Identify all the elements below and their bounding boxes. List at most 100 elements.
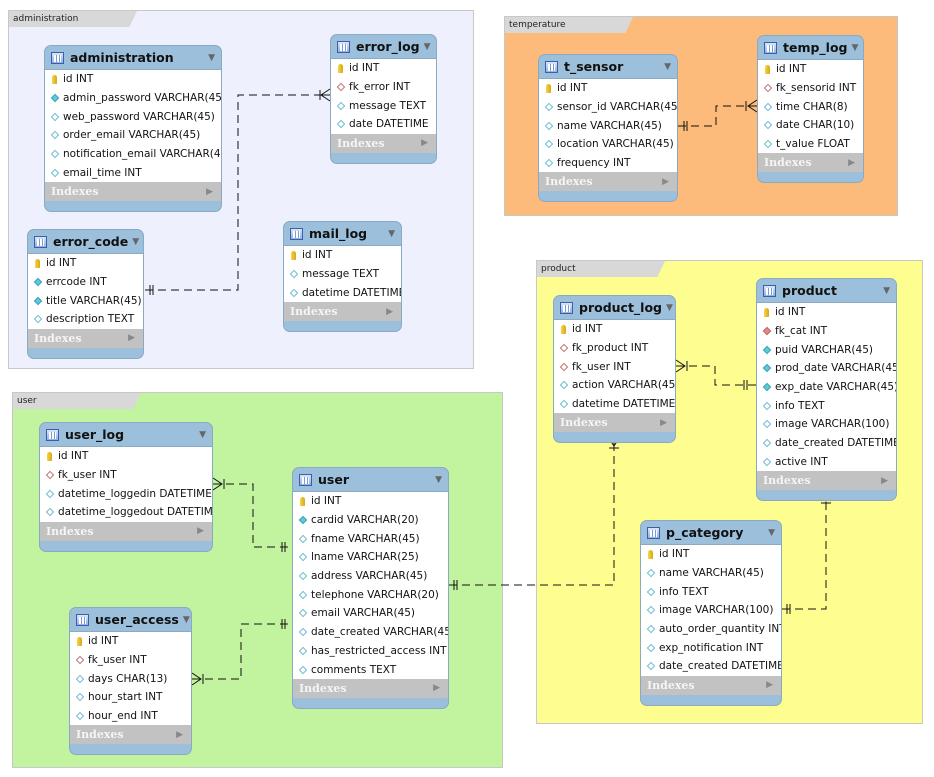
table-header[interactable]: administration ▼: [45, 46, 221, 69]
table-header[interactable]: p_category ▼: [641, 521, 781, 544]
table-header[interactable]: temp_log ▼: [758, 36, 863, 59]
table-user_log[interactable]: user_log ▼ id INT fk_user INT datetime_logge…: [39, 422, 213, 552]
column-row[interactable]: prod_date VARCHAR(45): [757, 359, 896, 378]
column-row[interactable]: puid VARCHAR(45): [757, 340, 896, 359]
column-row[interactable]: id INT: [539, 79, 677, 98]
column-row[interactable]: name VARCHAR(45): [539, 116, 677, 135]
column-row[interactable]: cardid VARCHAR(20): [293, 511, 448, 530]
column-row[interactable]: fk_product INT: [554, 339, 675, 358]
column-row[interactable]: id INT: [70, 632, 191, 651]
column-row[interactable]: id INT: [40, 447, 212, 466]
table-header[interactable]: user_access ▼: [70, 608, 191, 631]
table-error_code[interactable]: error_code ▼ id INT errcode INT title VARCHA…: [27, 229, 144, 359]
column-row[interactable]: date_created DATETIME: [641, 657, 781, 676]
column-row[interactable]: datetime_loggedin DATETIME: [40, 484, 212, 503]
indexes-section[interactable]: Indexes ▶: [284, 302, 401, 322]
column-row[interactable]: location VARCHAR(45): [539, 135, 677, 154]
table-header[interactable]: mail_log ▼: [284, 222, 401, 245]
table-header[interactable]: user_log ▼: [40, 423, 212, 446]
column-row[interactable]: hour_start INT: [70, 688, 191, 707]
column-row[interactable]: lname VARCHAR(25): [293, 548, 448, 567]
table-header[interactable]: product_log ▼: [554, 296, 675, 319]
column-row[interactable]: fk_user INT: [40, 466, 212, 485]
column-row[interactable]: message TEXT: [331, 96, 436, 115]
indexes-section[interactable]: Indexes ▶: [293, 678, 448, 698]
column-row[interactable]: order_email VARCHAR(45): [45, 126, 221, 145]
column-row[interactable]: fk_error INT: [331, 78, 436, 97]
expand-arrow-icon[interactable]: ▶: [386, 307, 393, 317]
column-row[interactable]: t_value FLOAT: [758, 135, 863, 154]
table-administration[interactable]: administration ▼ id INT admin_password VARC…: [44, 45, 222, 213]
table-temp_log[interactable]: temp_log ▼ id INT fk_sensorid INT time CHAR(…: [757, 35, 864, 184]
column-row[interactable]: id INT: [28, 254, 143, 273]
column-row[interactable]: fk_user INT: [70, 651, 191, 670]
column-row[interactable]: date CHAR(10): [758, 116, 863, 135]
column-row[interactable]: days CHAR(13): [70, 669, 191, 688]
column-row[interactable]: image VARCHAR(100): [641, 601, 781, 620]
column-row[interactable]: image VARCHAR(100): [757, 415, 896, 434]
table-p_category[interactable]: p_category ▼ id INT name VARCHAR(45) info TE…: [640, 520, 782, 706]
expand-arrow-icon[interactable]: ▶: [128, 333, 135, 343]
column-row[interactable]: fk_user INT: [554, 357, 675, 376]
column-row[interactable]: id INT: [641, 545, 781, 564]
expand-arrow-icon[interactable]: ▶: [660, 418, 667, 428]
column-row[interactable]: name VARCHAR(45): [641, 564, 781, 583]
column-row[interactable]: errcode INT: [28, 273, 143, 292]
collapse-arrow-icon[interactable]: ▼: [852, 43, 859, 53]
collapse-arrow-icon[interactable]: ▼: [666, 303, 673, 313]
expand-arrow-icon[interactable]: ▶: [766, 680, 773, 690]
column-row[interactable]: address VARCHAR(45): [293, 567, 448, 586]
table-mail_log[interactable]: mail_log ▼ id INT message TEXT datetime DATE…: [283, 221, 402, 333]
expand-arrow-icon[interactable]: ▶: [433, 683, 440, 693]
column-row[interactable]: datetime DATETIME: [554, 395, 675, 414]
table-header[interactable]: user ▼: [293, 468, 448, 491]
indexes-section[interactable]: Indexes ▶: [641, 675, 781, 695]
table-product_log[interactable]: product_log ▼ id INT fk_product INT fk_user …: [553, 295, 676, 444]
collapse-arrow-icon[interactable]: ▼: [435, 475, 442, 485]
column-row[interactable]: notification_email VARCHAR(45): [45, 145, 221, 164]
indexes-section[interactable]: Indexes ▶: [758, 153, 863, 173]
collapse-arrow-icon[interactable]: ▼: [132, 237, 139, 247]
indexes-section[interactable]: Indexes ▶: [28, 328, 143, 348]
column-row[interactable]: fk_cat INT: [757, 322, 896, 341]
collapse-arrow-icon[interactable]: ▼: [208, 53, 215, 63]
column-row[interactable]: fk_sensorid INT: [758, 79, 863, 98]
column-row[interactable]: id INT: [331, 59, 436, 78]
expand-arrow-icon[interactable]: ▶: [421, 138, 428, 148]
expand-arrow-icon[interactable]: ▶: [206, 187, 213, 197]
indexes-section[interactable]: Indexes ▶: [331, 133, 436, 153]
column-row[interactable]: exp_notification INT: [641, 638, 781, 657]
column-row[interactable]: hour_end INT: [70, 707, 191, 726]
collapse-arrow-icon[interactable]: ▼: [424, 42, 431, 52]
column-row[interactable]: info TEXT: [757, 396, 896, 415]
column-row[interactable]: datetime DATETIME: [284, 283, 401, 302]
collapse-arrow-icon[interactable]: ▼: [183, 615, 190, 625]
indexes-section[interactable]: Indexes ▶: [539, 172, 677, 192]
column-row[interactable]: admin_password VARCHAR(45): [45, 89, 221, 108]
expand-arrow-icon[interactable]: ▶: [197, 526, 204, 536]
table-user[interactable]: user ▼ id INT cardid VARCHAR(20) fname VARCH…: [292, 467, 449, 709]
table-t_sensor[interactable]: t_sensor ▼ id INT sensor_id VARCHAR(45) name…: [538, 54, 678, 203]
indexes-section[interactable]: Indexes ▶: [757, 471, 896, 491]
column-row[interactable]: date DATETIME: [331, 115, 436, 134]
collapse-arrow-icon[interactable]: ▼: [199, 430, 206, 440]
column-row[interactable]: id INT: [554, 320, 675, 339]
column-row[interactable]: sensor_id VARCHAR(45): [539, 98, 677, 117]
collapse-arrow-icon[interactable]: ▼: [883, 286, 890, 296]
column-row[interactable]: id INT: [757, 303, 896, 322]
column-row[interactable]: telephone VARCHAR(20): [293, 585, 448, 604]
column-row[interactable]: active INT: [757, 453, 896, 472]
column-row[interactable]: id INT: [293, 492, 448, 511]
table-header[interactable]: product ▼: [757, 279, 896, 302]
indexes-section[interactable]: Indexes ▶: [70, 725, 191, 745]
column-row[interactable]: email_time INT: [45, 163, 221, 182]
column-row[interactable]: date_created VARCHAR(45): [293, 623, 448, 642]
expand-arrow-icon[interactable]: ▶: [881, 476, 888, 486]
column-row[interactable]: frequency INT: [539, 154, 677, 173]
table-error_log[interactable]: error_log ▼ id INT fk_error INT message TEXT…: [330, 34, 437, 164]
column-row[interactable]: web_password VARCHAR(45): [45, 107, 221, 126]
column-row[interactable]: comments TEXT: [293, 660, 448, 679]
table-header[interactable]: t_sensor ▼: [539, 55, 677, 78]
column-row[interactable]: datetime_loggedout DATETIME: [40, 503, 212, 522]
collapse-arrow-icon[interactable]: ▼: [768, 528, 775, 538]
